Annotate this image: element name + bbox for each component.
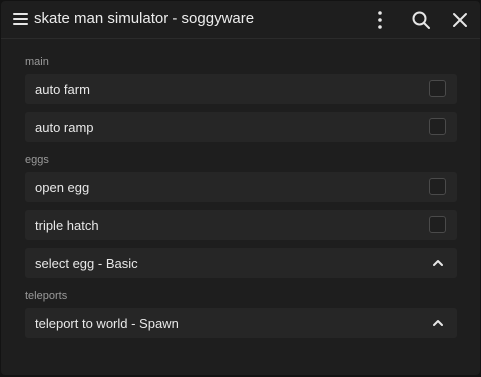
auto-farm-checkbox[interactable] [429,80,446,97]
dropdown-label: teleport to world - Spawn [35,316,179,331]
toggle-auto-farm[interactable]: auto farm [25,74,457,104]
window-title: skate man simulator - soggyware [34,10,255,27]
content-area: main auto farm auto ramp eggs open egg t… [1,39,480,375]
chevron-up-icon[interactable] [432,257,444,269]
toggle-label: open egg [35,180,90,195]
auto-ramp-checkbox[interactable] [429,118,446,135]
section-label-eggs: eggs [25,154,49,166]
toggle-open-egg[interactable]: open egg [25,172,457,202]
menu-icon[interactable] [12,11,30,27]
toggle-label: auto ramp [35,120,94,135]
toggle-label: auto farm [35,82,90,97]
more-vertical-icon[interactable] [368,8,392,32]
app-window: skate man simulator - soggyware main aut… [1,1,480,375]
title-bar: skate man simulator - soggyware [1,1,480,39]
search-icon[interactable] [409,8,433,32]
dropdown-label: select egg - Basic [35,256,138,271]
toggle-label: triple hatch [35,218,99,233]
dropdown-teleport-world[interactable]: teleport to world - Spawn [25,308,457,338]
toggle-auto-ramp[interactable]: auto ramp [25,112,457,142]
chevron-up-icon[interactable] [432,317,444,329]
toggle-triple-hatch[interactable]: triple hatch [25,210,457,240]
triple-hatch-checkbox[interactable] [429,216,446,233]
section-label-main: main [25,56,49,68]
dropdown-select-egg[interactable]: select egg - Basic [25,248,457,278]
section-label-teleports: teleports [25,290,68,302]
open-egg-checkbox[interactable] [429,178,446,195]
close-icon[interactable] [448,8,472,32]
